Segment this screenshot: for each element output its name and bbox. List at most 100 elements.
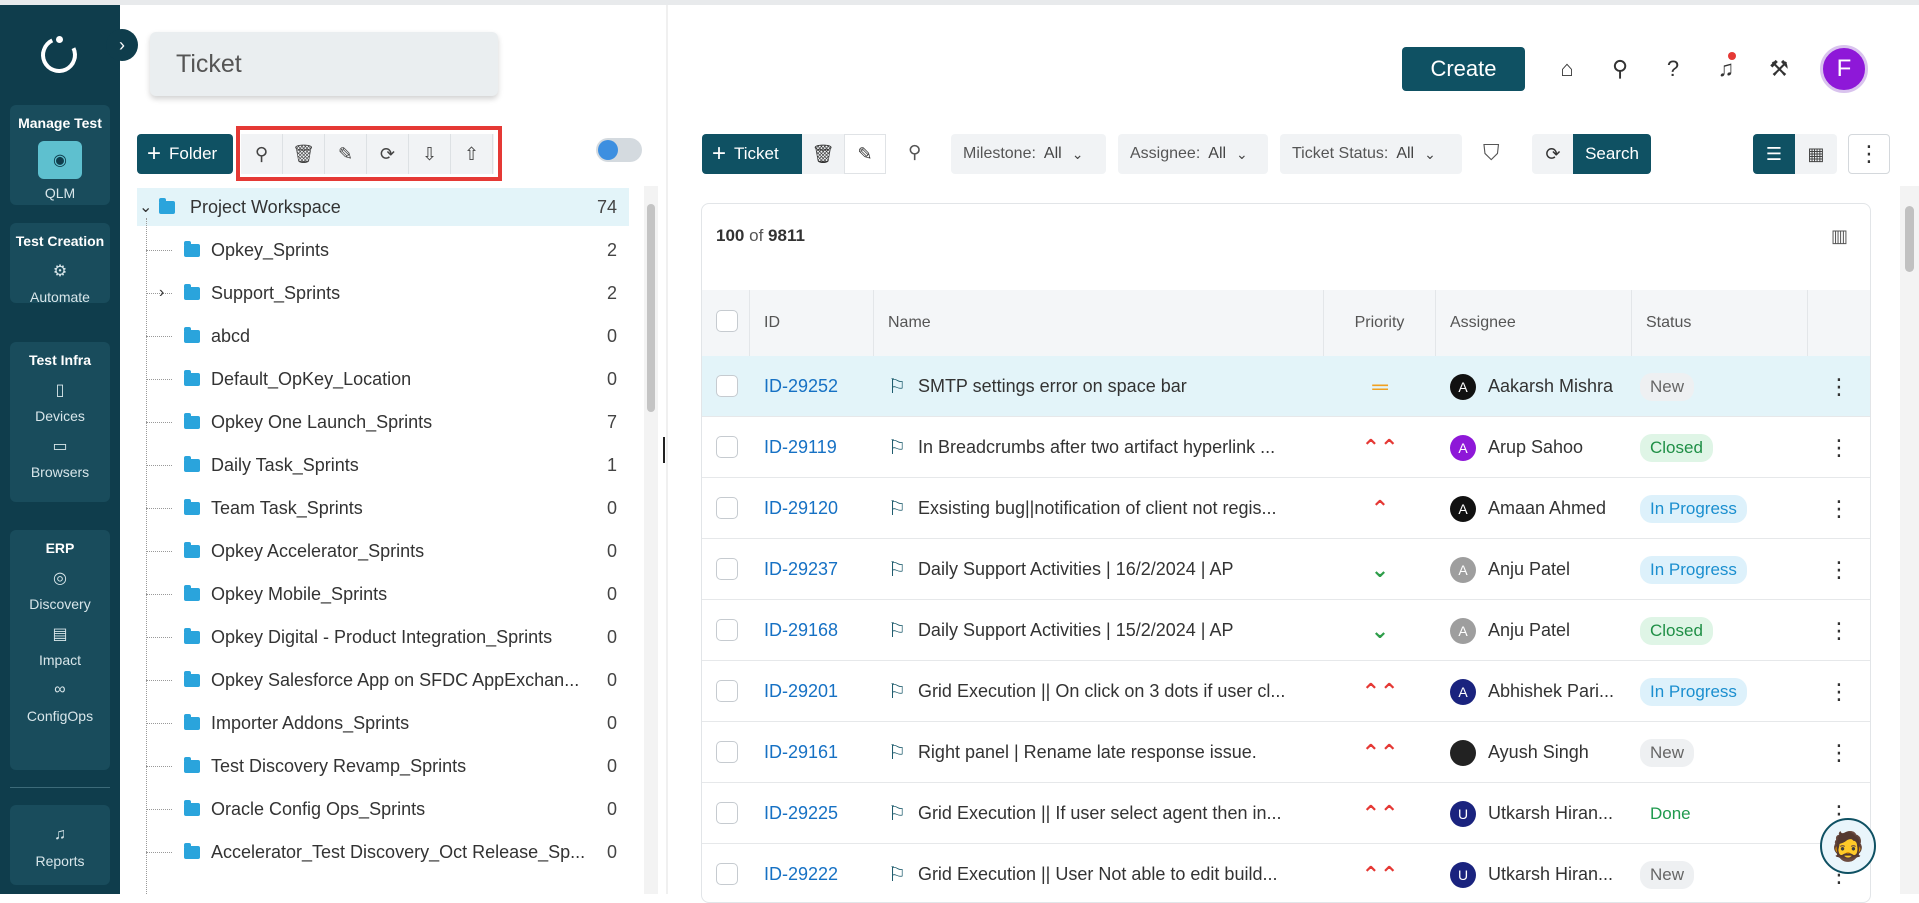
tree-item[interactable]: Test Discovery Revamp_Sprints 0 <box>137 747 629 785</box>
sidebar-item-qlm[interactable]: ◉ QLM <box>10 141 110 201</box>
ticket-id[interactable]: ID-29201 <box>764 681 838 702</box>
main-scrollbar[interactable] <box>1900 186 1919 894</box>
search-button[interactable]: Search <box>1573 134 1651 174</box>
scrollbar-thumb[interactable] <box>647 204 655 412</box>
list-view-icon[interactable]: ☰ <box>1753 134 1795 174</box>
ticket-status-filter[interactable]: Ticket Status: All ⌄ <box>1280 134 1462 174</box>
assignee-cell[interactable]: A Abhishek Pari... <box>1450 661 1630 722</box>
sidebar-item-configops[interactable]: ∞ ConfigOps <box>10 678 110 724</box>
sidebar-item-impact[interactable]: ▤ Impact <box>10 622 110 668</box>
tree-item[interactable]: Daily Task_Sprints 1 <box>137 446 629 484</box>
row-checkbox[interactable] <box>716 619 738 641</box>
chatbot-avatar-icon[interactable]: 🧔 <box>1820 818 1876 874</box>
table-row[interactable]: ID-29237 ⚐ Daily Support Activities | 16/2… <box>702 539 1870 600</box>
select-all-checkbox[interactable] <box>716 310 738 332</box>
row-checkbox[interactable] <box>716 741 738 763</box>
row-checkbox[interactable] <box>716 802 738 824</box>
column-header-name[interactable]: Name <box>874 290 1324 356</box>
table-row[interactable]: ID-29119 ⚐ In Breadcrumbs after two artifa… <box>702 417 1870 478</box>
row-checkbox[interactable] <box>716 497 738 519</box>
tree-item[interactable]: Opkey Digital - Product Integration_Spri… <box>137 618 629 656</box>
tree-item[interactable]: Opkey Accelerator_Sprints 0 <box>137 532 629 570</box>
tree-item[interactable]: Importer Addons_Sprints 0 <box>137 704 629 742</box>
help-icon[interactable]: ? <box>1658 54 1688 84</box>
create-button[interactable]: Create <box>1402 47 1525 91</box>
ticket-name-cell[interactable]: ⚐ Grid Execution || If user select agent … <box>888 783 1318 844</box>
ticket-id[interactable]: ID-29119 <box>764 437 837 458</box>
ticket-id[interactable]: ID-29252 <box>764 376 838 397</box>
scrollbar-thumb[interactable] <box>1905 206 1914 272</box>
column-header-priority[interactable]: Priority <box>1324 290 1436 356</box>
ticket-id[interactable]: ID-29225 <box>764 803 838 824</box>
milestone-filter[interactable]: Milestone: All ⌄ <box>951 134 1106 174</box>
column-settings-icon[interactable]: ▥ <box>1831 226 1848 247</box>
ticket-name-cell[interactable]: ⚐ Right panel | Rename late response issu… <box>888 722 1318 783</box>
ticket-name-cell[interactable]: ⚐ Grid Execution || User Not able to edit… <box>888 844 1318 902</box>
row-checkbox[interactable] <box>716 680 738 702</box>
row-more-options-icon[interactable]: ⋮ <box>1828 661 1850 722</box>
tree-item[interactable]: Opkey One Launch_Sprints 7 <box>137 403 629 441</box>
row-checkbox[interactable] <box>716 375 738 397</box>
ticket-id-link[interactable]: ID-29168 <box>764 600 838 661</box>
ticket-id-link[interactable]: ID-29237 <box>764 539 838 600</box>
row-checkbox[interactable] <box>716 863 738 885</box>
ticket-id[interactable]: ID-29237 <box>764 559 838 580</box>
chevron-right-icon[interactable]: › <box>159 284 164 302</box>
sidebar-expand-chevron-icon[interactable]: › <box>106 29 138 61</box>
ticket-id[interactable]: ID-29222 <box>764 864 838 885</box>
table-row[interactable]: ID-29168 ⚐ Daily Support Activities | 15/2… <box>702 600 1870 661</box>
tree-item[interactable]: › Support_Sprints 2 <box>137 274 629 312</box>
panel-divider[interactable] <box>666 5 668 894</box>
sidebar-item-discovery[interactable]: ◎ Discovery <box>10 566 110 612</box>
tree-item[interactable]: Opkey Mobile_Sprints 0 <box>137 575 629 613</box>
tree-item[interactable]: Opkey Salesforce App on SFDC AppExchan..… <box>137 661 629 699</box>
assignee-cell[interactable]: A Arup Sahoo <box>1450 417 1630 478</box>
ticket-name-cell[interactable]: ⚐ In Breadcrumbs after two artifact hyper… <box>888 417 1318 478</box>
add-folder-button[interactable]: + Folder <box>137 134 233 174</box>
ticket-name-cell[interactable]: ⚐ Exsisting bug||notification of client n… <box>888 478 1318 539</box>
ticket-id-link[interactable]: ID-29222 <box>764 844 838 902</box>
assignee-cell[interactable]: U Utkarsh Hiran... <box>1450 844 1630 902</box>
folder-tree-scrollbar[interactable] <box>644 186 658 894</box>
tree-item[interactable]: Oracle Config Ops_Sprints 0 <box>137 790 629 828</box>
column-header-assignee[interactable]: Assignee <box>1436 290 1632 356</box>
sidebar-item-automate[interactable]: ⚙ Automate <box>10 259 110 305</box>
tree-item[interactable]: Team Task_Sprints 0 <box>137 489 629 527</box>
search-icon[interactable]: ⚲ <box>1605 54 1635 84</box>
search-icon[interactable]: ⚲ <box>908 142 921 163</box>
ticket-id[interactable]: ID-29161 <box>764 742 838 763</box>
toggle-switch[interactable] <box>596 138 642 162</box>
ticket-name-cell[interactable]: ⚐ Daily Support Activities | 15/2/2024 | … <box>888 600 1318 661</box>
tree-item[interactable]: Accelerator_Test Discovery_Oct Release_S… <box>137 833 629 871</box>
column-header-status[interactable]: Status <box>1632 290 1808 356</box>
chevron-down-icon[interactable]: ⌄ <box>139 197 152 217</box>
sidebar-item-reports[interactable]: ♫ Reports <box>10 823 110 869</box>
row-more-options-icon[interactable]: ⋮ <box>1828 417 1850 478</box>
row-checkbox[interactable] <box>716 436 738 458</box>
tree-item[interactable]: Default_OpKey_Location 0 <box>137 360 629 398</box>
table-row[interactable]: ID-29120 ⚐ Exsisting bug||notification of … <box>702 478 1870 539</box>
column-header-id[interactable]: ID <box>750 290 874 356</box>
table-row[interactable]: ID-29225 ⚐ Grid Execution || If user selec… <box>702 783 1870 844</box>
ticket-name-cell[interactable]: ⚐ Daily Support Activities | 16/2/2024 | … <box>888 539 1318 600</box>
ticket-id-link[interactable]: ID-29201 <box>764 661 838 722</box>
board-view-icon[interactable]: ▦ <box>1795 134 1837 174</box>
row-checkbox[interactable] <box>716 558 738 580</box>
row-more-options-icon[interactable]: ⋮ <box>1828 356 1850 417</box>
assignee-cell[interactable]: Ayush Singh <box>1450 722 1630 783</box>
sidebar-item-browsers[interactable]: ▭ Browsers <box>10 434 110 480</box>
table-row[interactable]: ID-29252 ⚐ SMTP settings error on space ba… <box>702 356 1870 417</box>
ticket-id[interactable]: ID-29168 <box>764 620 838 641</box>
user-avatar[interactable]: F <box>1820 45 1868 93</box>
assignee-cell[interactable]: A Aakarsh Mishra <box>1450 356 1630 417</box>
wrench-icon[interactable]: ⚒ <box>1764 54 1794 84</box>
assignee-cell[interactable]: A Anju Patel <box>1450 600 1630 661</box>
table-row[interactable]: ID-29222 ⚐ Grid Execution || User Not able… <box>702 844 1870 902</box>
more-options-icon[interactable]: ⋮ <box>1848 134 1890 174</box>
assignee-cell[interactable]: A Amaan Ahmed <box>1450 478 1630 539</box>
tree-item[interactable]: Opkey_Sprints 2 <box>137 231 629 269</box>
filter-funnel-icon[interactable]: ⛉ <box>1483 140 1500 166</box>
row-more-options-icon[interactable]: ⋮ <box>1828 478 1850 539</box>
ticket-name-cell[interactable]: ⚐ SMTP settings error on space bar <box>888 356 1318 417</box>
tree-root-project-workspace[interactable]: ⌄ Project Workspace 74 <box>137 188 629 226</box>
